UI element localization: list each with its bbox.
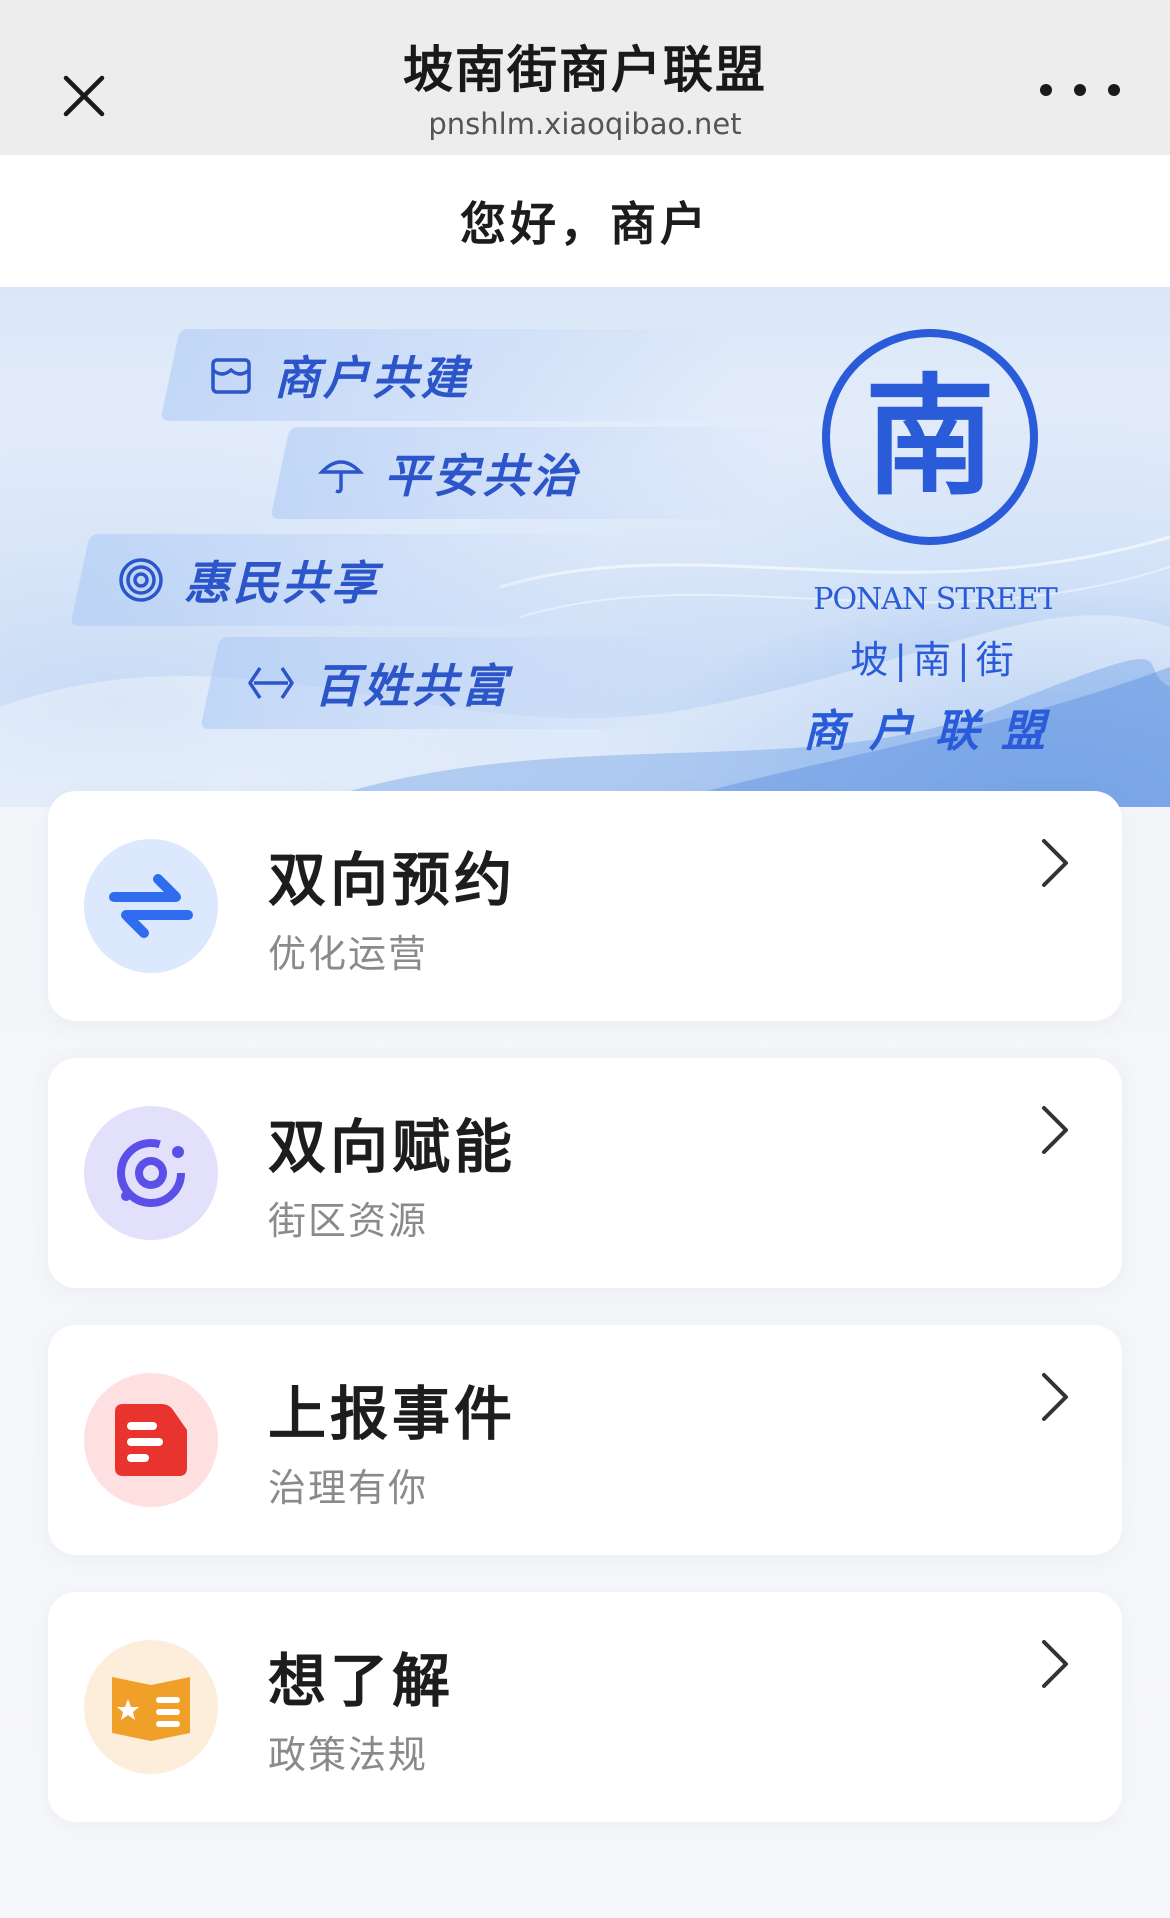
logo-chinese-name: 坡|南|街 <box>850 638 1020 682</box>
exchange-icon <box>246 658 296 708</box>
ponan-logo-emblem: 南 <box>822 329 1038 545</box>
top-bar: 坡南街商户联盟 pnshlm.xiaoqibao.net <box>0 0 1170 155</box>
slogan-2: 平安共治 <box>270 427 790 519</box>
title-area: 坡南街商户联盟 pnshlm.xiaoqibao.net <box>235 36 935 144</box>
app-url: pnshlm.xiaoqibao.net <box>428 107 742 141</box>
menu-card-learn-policy[interactable]: 想了解 政策法规 <box>48 1592 1122 1822</box>
umbrella-icon <box>316 448 366 498</box>
more-dot-icon <box>1074 84 1086 96</box>
menu-card-report-event[interactable]: 上报事件 治理有你 <box>48 1325 1122 1555</box>
more-dot-icon <box>1040 84 1052 96</box>
more-options-button[interactable] <box>1040 70 1120 110</box>
swap-arrows-icon <box>84 839 218 973</box>
card-subtitle: 街区资源 <box>268 1199 429 1243</box>
slogan-label: 百姓共富 <box>314 659 510 713</box>
slogan-3: 惠民共享 <box>70 534 610 626</box>
slogan-4: 百姓共富 <box>200 637 720 729</box>
greeting-bar: 您好，商户 <box>0 155 1170 287</box>
chevron-right-icon <box>1042 1373 1068 1421</box>
card-title: 上报事件 <box>268 1380 517 1448</box>
greeting-text: 您好，商户 <box>460 197 710 251</box>
logo-glyph: 南 <box>865 361 995 513</box>
report-doc-icon <box>84 1373 218 1507</box>
chevron-right-icon <box>1042 1106 1068 1154</box>
orbit-icon <box>84 1106 218 1240</box>
slogan-1: 商户共建 <box>160 329 740 421</box>
menu-card-appointment[interactable]: 双向预约 优化运营 <box>48 791 1122 1021</box>
app-title: 坡南街商户联盟 <box>403 41 767 99</box>
app-page: 坡南街商户联盟 pnshlm.xiaoqibao.net 您好，商户 商户共建 … <box>0 0 1170 1918</box>
ponan-logo: 南 PONAN STREET 坡|南|街 商户联盟 <box>790 327 1080 757</box>
signal-icon <box>116 555 166 605</box>
card-subtitle: 政策法规 <box>268 1733 429 1777</box>
chevron-right-icon <box>1042 1640 1068 1688</box>
slogan-label: 平安共治 <box>384 449 580 503</box>
policy-book-icon <box>84 1640 218 1774</box>
card-subtitle: 优化运营 <box>268 932 429 976</box>
chevron-right-icon <box>1042 839 1068 887</box>
store-icon <box>206 350 256 400</box>
card-title: 双向预约 <box>268 846 517 914</box>
card-title: 想了解 <box>268 1647 455 1715</box>
more-dot-icon <box>1108 84 1120 96</box>
logo-subtitle: 商户联盟 <box>803 706 1067 757</box>
card-title: 双向赋能 <box>268 1113 517 1181</box>
slogan-label: 惠民共享 <box>184 556 380 610</box>
logo-english-name: PONAN STREET <box>813 582 1057 617</box>
menu-card-empowerment[interactable]: 双向赋能 街区资源 <box>48 1058 1122 1288</box>
slogan-label: 商户共建 <box>274 351 470 405</box>
close-button[interactable] <box>50 62 118 130</box>
card-subtitle: 治理有你 <box>268 1466 429 1510</box>
hero-banner: 商户共建 平安共治 惠民共享 百姓共富 南 PONAN STREET 坡|南|街… <box>0 287 1170 807</box>
close-icon <box>63 75 105 117</box>
